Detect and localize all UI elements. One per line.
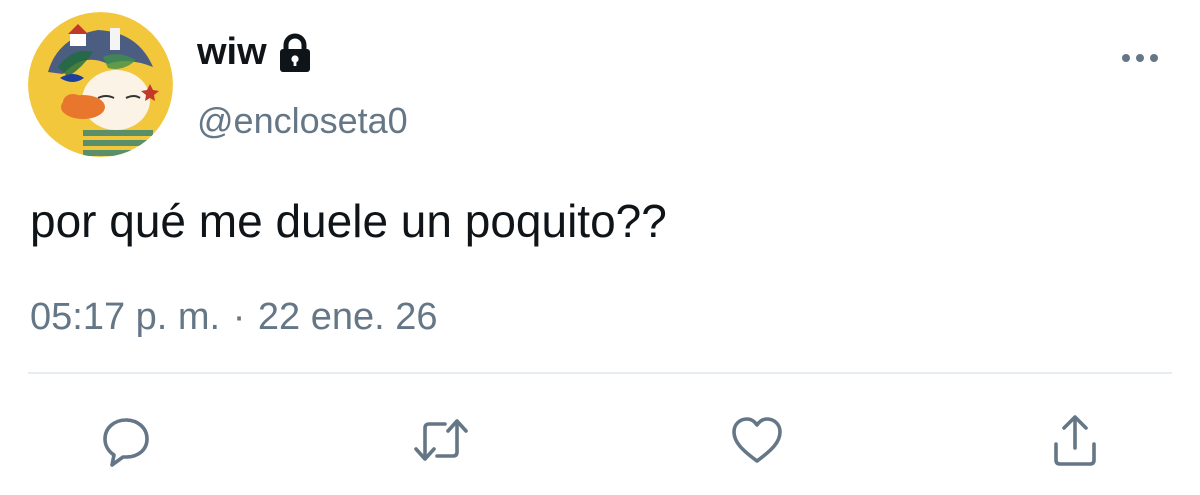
tweet-text: por qué me duele un poquito?? bbox=[30, 195, 667, 247]
tweet-time[interactable]: 05:17 p. m. bbox=[30, 296, 220, 338]
heart-icon bbox=[732, 417, 782, 463]
tweet-card: wiw @encloseta0 por qué me duele un poqu… bbox=[0, 0, 1200, 495]
tweet-date[interactable]: 22 ene. 26 bbox=[258, 296, 438, 338]
reply-button[interactable] bbox=[96, 410, 156, 470]
tweet-timestamp[interactable]: 05:17 p. m. · 22 ene. 26 bbox=[30, 293, 438, 341]
share-button[interactable] bbox=[1045, 410, 1105, 470]
retweet-arrows-icon bbox=[414, 419, 468, 461]
display-name-row[interactable]: wiw bbox=[197, 28, 313, 76]
display-name[interactable]: wiw bbox=[197, 28, 267, 76]
avatar[interactable] bbox=[28, 12, 173, 157]
user-handle[interactable]: @encloseta0 bbox=[197, 98, 408, 144]
meta-separator: · bbox=[232, 296, 246, 338]
speech-bubble-icon bbox=[103, 418, 149, 467]
avatar-illustration bbox=[28, 12, 173, 157]
lock-icon bbox=[277, 33, 313, 73]
share-upload-icon bbox=[1054, 415, 1096, 466]
divider bbox=[28, 372, 1172, 374]
more-horizontal-icon[interactable] bbox=[1117, 48, 1163, 68]
like-button[interactable] bbox=[727, 410, 787, 470]
retweet-button[interactable] bbox=[411, 410, 471, 470]
